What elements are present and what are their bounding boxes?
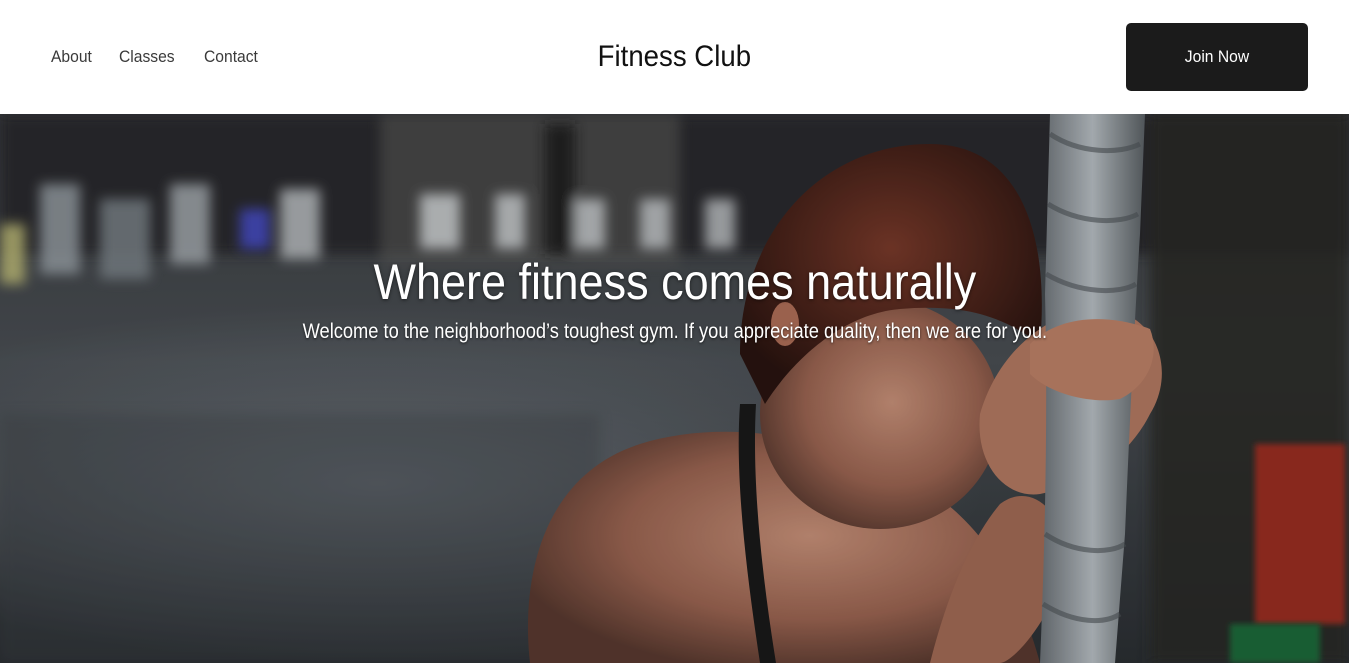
nav-link-contact[interactable]: Contact bbox=[204, 47, 258, 67]
join-now-button[interactable]: Join Now bbox=[1126, 23, 1308, 91]
nav-link-classes[interactable]: Classes bbox=[119, 47, 175, 67]
main-nav: About Classes Contact bbox=[51, 0, 263, 114]
hero-overlay bbox=[0, 114, 1349, 663]
hero-text-block: Where fitness comes naturally Welcome to… bbox=[0, 250, 1349, 346]
hero-title: Where fitness comes naturally bbox=[373, 254, 976, 310]
join-now-label: Join Now bbox=[1184, 47, 1250, 66]
hero-subtitle: Welcome to the neighborhood’s toughest g… bbox=[302, 320, 1047, 343]
hero-section: Where fitness comes naturally Welcome to… bbox=[0, 114, 1349, 663]
site-header: About Classes Contact Fitness Club Join … bbox=[0, 0, 1349, 114]
site-title[interactable]: Fitness Club bbox=[598, 40, 751, 74]
nav-link-about[interactable]: About bbox=[51, 47, 92, 67]
